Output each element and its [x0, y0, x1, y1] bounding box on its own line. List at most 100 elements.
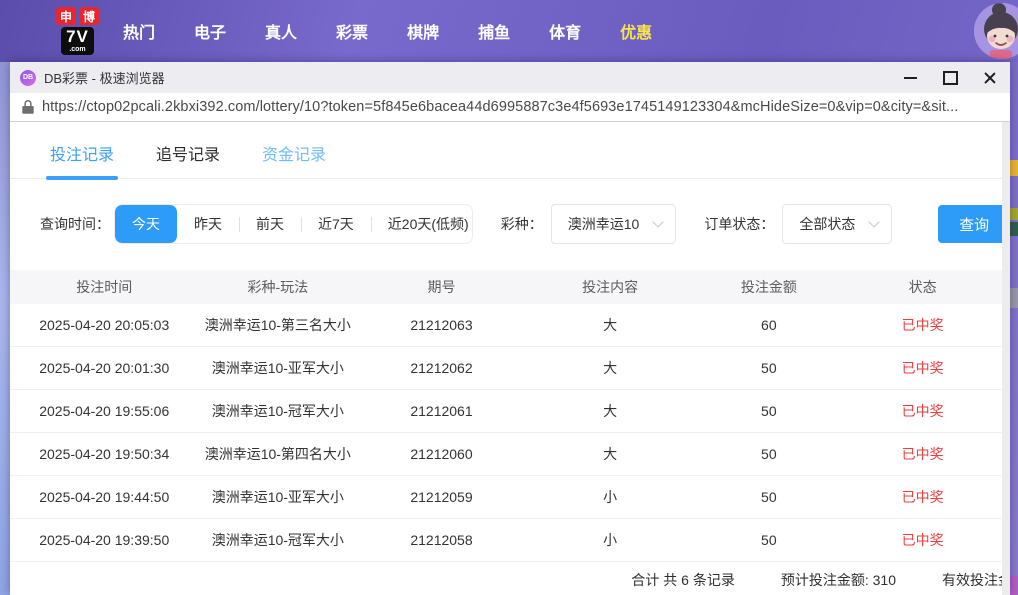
- cell-bet-amount: 50: [694, 346, 844, 390]
- edge-decoration: [1010, 576, 1018, 595]
- cell-issue-number: 21212059: [357, 475, 526, 519]
- site-navbar: 申 博 7V .com 热门 电子 真人 彩票 棋牌 捕鱼 体育 优惠: [0, 0, 1018, 62]
- order-status-label: 订单状态：: [704, 216, 775, 232]
- cell-lottery-play: 澳洲幸运10-第四名大小: [198, 432, 358, 476]
- chevron-down-icon: [652, 216, 664, 228]
- table-header-row: 投注时间 彩种-玩法 期号 投注内容 投注金额 状态: [10, 270, 1002, 304]
- time-option-7days[interactable]: 近7天: [301, 205, 371, 243]
- nav-item-lottery[interactable]: 彩票: [336, 19, 368, 43]
- chevron-down-icon: [868, 216, 880, 228]
- query-time-label: 查询时间：: [40, 216, 110, 232]
- lock-icon: [22, 100, 34, 114]
- logo-box: 7V .com: [61, 27, 94, 55]
- site-nav-menu: 热门 电子 真人 彩票 棋牌 捕鱼 体育 优惠: [123, 19, 652, 43]
- cell-lottery-play: 澳洲幸运10-冠军大小: [198, 518, 358, 562]
- address-url[interactable]: https://ctop02pcali.2kbxi392.com/lottery…: [42, 99, 958, 115]
- cell-status: 已中奖: [843, 389, 1002, 433]
- tab-bet-records[interactable]: 投注记录: [45, 141, 119, 180]
- cell-bet-content: 小: [525, 475, 695, 519]
- url-bar[interactable]: https://ctop02pcali.2kbxi392.com/lottery…: [10, 93, 1010, 122]
- cell-bet-time: 2025-04-20 19:55:06: [10, 389, 199, 433]
- browser-titlebar[interactable]: DB DB彩票 - 极速浏览器: [10, 62, 1010, 93]
- cell-status: 已中奖: [843, 346, 1002, 390]
- cell-bet-amount: 50: [694, 389, 844, 433]
- page-edge-left: [0, 62, 10, 595]
- nav-item-boardgames[interactable]: 棋牌: [407, 19, 439, 43]
- nav-item-sports[interactable]: 体育: [549, 19, 581, 43]
- lottery-type-select[interactable]: 澳洲幸运10: [550, 204, 677, 244]
- cell-bet-time: 2025-04-20 19:39:50: [10, 518, 199, 562]
- nav-item-promotions[interactable]: 优惠: [620, 19, 652, 43]
- record-tabs: 投注记录 追号记录 资金记录: [10, 122, 1010, 180]
- order-status-select[interactable]: 全部状态: [782, 204, 893, 244]
- close-icon: [983, 71, 997, 85]
- nav-item-hot[interactable]: 热门: [123, 19, 155, 43]
- order-status-value: 全部状态: [799, 216, 856, 232]
- cell-bet-time: 2025-04-20 19:50:34: [10, 432, 199, 476]
- time-range-group: 今天 昨天 前天 近7天 近20天(低频): [114, 204, 473, 244]
- header-status: 状态: [908, 279, 937, 295]
- lottery-type-label: 彩种：: [500, 216, 543, 232]
- search-button[interactable]: 查询: [938, 205, 1010, 243]
- header-bet-amount: 投注金额: [740, 279, 797, 295]
- cell-bet-amount: 60: [694, 304, 844, 347]
- nav-item-slots[interactable]: 电子: [194, 19, 226, 43]
- user-avatar[interactable]: [974, 3, 1018, 59]
- vertical-scrollbar[interactable]: [1002, 122, 1010, 595]
- window-controls: [890, 62, 1010, 93]
- cell-lottery-play: 澳洲幸运10-冠军大小: [198, 389, 358, 433]
- cell-bet-time: 2025-04-20 19:44:50: [10, 475, 199, 519]
- cell-bet-content: 大: [525, 389, 695, 433]
- edge-decoration: [1010, 222, 1018, 236]
- nav-item-fishing[interactable]: 捕鱼: [478, 19, 510, 43]
- table-row: 2025-04-20 19:39:50 澳洲幸运10-冠军大小 21212058 小 5…: [10, 518, 1002, 562]
- table-row: 2025-04-20 20:01:30 澳洲幸运10-亚军大小 21212062 大 5…: [10, 346, 1002, 390]
- tab-fund-records[interactable]: 资金记录: [262, 141, 326, 178]
- cell-issue-number: 21212058: [357, 518, 526, 562]
- cell-status: 已中奖: [843, 432, 1002, 476]
- page-content: 投注记录 追号记录 资金记录 查询时间： 今天 昨天 前天 近7天 近20天(低…: [10, 122, 1010, 595]
- summary-bar: 合计 共 6 条记录 预计投注金额: 310 有效投注金额: [10, 562, 1010, 595]
- cell-status: 已中奖: [843, 518, 1002, 562]
- bet-records-table: 投注时间 彩种-玩法 期号 投注内容 投注金额 状态 2025-04-20 20…: [10, 270, 1002, 562]
- edge-decoration: [1010, 288, 1018, 308]
- lottery-type-value: 澳洲幸运10: [567, 216, 640, 232]
- cell-bet-time: 2025-04-20 20:01:30: [10, 346, 199, 390]
- cell-bet-amount: 50: [694, 432, 844, 476]
- edge-decoration: [1010, 160, 1018, 176]
- time-option-daybefore[interactable]: 前天: [239, 205, 301, 243]
- cell-status: 已中奖: [843, 304, 1002, 347]
- cell-issue-number: 21212062: [357, 346, 526, 390]
- table-row: 2025-04-20 19:44:50 澳洲幸运10-亚军大小 21212059 小 5…: [10, 475, 1002, 519]
- cell-lottery-play: 澳洲幸运10-亚军大小: [198, 475, 358, 519]
- nav-item-live[interactable]: 真人: [265, 19, 297, 43]
- logo-badge-2: 博: [79, 7, 99, 25]
- maximize-button[interactable]: [930, 62, 970, 93]
- logo-badge-1: 申: [56, 7, 76, 25]
- time-option-20days[interactable]: 近20天(低频): [370, 205, 472, 243]
- summary-valid-amount: 有效投注金额: [942, 572, 1010, 588]
- cell-lottery-play: 澳洲幸运10-亚军大小: [198, 346, 358, 390]
- time-option-today[interactable]: 今天: [115, 205, 177, 243]
- header-bet-content: 投注内容: [582, 279, 639, 295]
- close-button[interactable]: [970, 62, 1010, 93]
- site-logo[interactable]: 申 博 7V .com: [56, 7, 99, 55]
- minimize-button[interactable]: [890, 62, 930, 93]
- cell-bet-content: 大: [525, 346, 695, 390]
- table-row: 2025-04-20 19:55:06 澳洲幸运10-冠军大小 21212061 大 5…: [10, 389, 1002, 433]
- cell-issue-number: 21212061: [357, 389, 526, 433]
- logo-main-text: 7V: [66, 27, 89, 46]
- tab-chase-records[interactable]: 追号记录: [156, 141, 220, 178]
- filter-bar: 查询时间： 今天 昨天 前天 近7天 近20天(低频) 彩种： 澳洲幸运10 订…: [40, 204, 1010, 244]
- table-row: 2025-04-20 20:05:03 澳洲幸运10-第三名大小 21212063 大…: [10, 304, 1002, 347]
- cell-bet-amount: 50: [694, 518, 844, 562]
- logo-badges: 申 博: [56, 7, 99, 25]
- favicon-db-icon: DB: [20, 69, 36, 86]
- cell-bet-content: 大: [525, 304, 695, 347]
- page-edge-right: [1010, 62, 1018, 595]
- header-bet-time: 投注时间: [76, 279, 133, 295]
- logo-sub-text: .com: [69, 46, 86, 53]
- cell-lottery-play: 澳洲幸运10-第三名大小: [198, 304, 358, 347]
- cell-bet-content: 大: [525, 432, 695, 476]
- time-option-yesterday[interactable]: 昨天: [177, 205, 239, 243]
